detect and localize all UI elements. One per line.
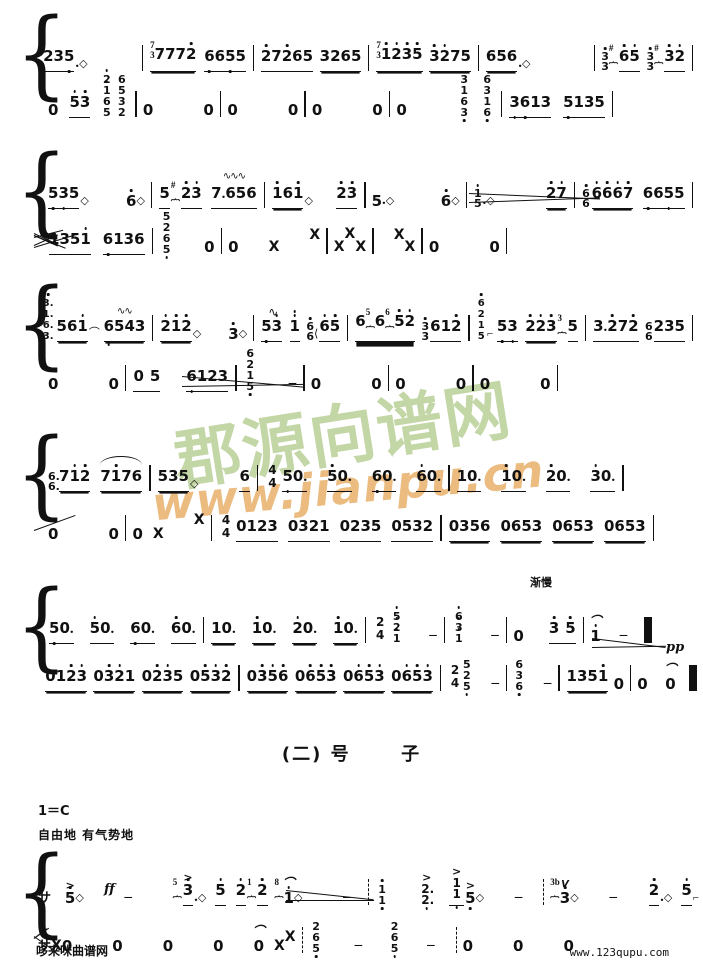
system-6-lower-voice: サ X 0 0 0 0 0 ⌒ X X 265 – 265 – 0 0 0 — [33, 908, 699, 958]
decrescendo-hairpin — [285, 890, 374, 901]
system-5-lower-voice: 012 3 03 2 1 02 3 5 05 3 2 03 5 6 06 5 3 06 5 3 06 5 3 … — [34, 646, 699, 696]
chord-stack: 2165 — [101, 69, 112, 118]
chord-stack: 265 — [389, 921, 400, 958]
section-name-1: 号 — [330, 744, 351, 765]
key-signature: 1＝C — [38, 804, 70, 819]
crescendo-hairpin — [181, 376, 304, 388]
system-5-upper-voice: 50. 50. 60. 60. 10. 10. 20. 10. 24 521 — [34, 598, 699, 655]
system-2: 535◇ 6◇ 5#︷23 ∿∿∿7.656 161◇ 23 5.◇ 6◇ 15… — [0, 145, 703, 263]
pluck-x-mark: X — [152, 526, 164, 542]
score-page: 郡源向谱网 www.jianpu.cn 235.◇ 737772 6655 27… — [0, 0, 703, 977]
system-6: サ 5>◇ – 5︷3>.◇ 5 21︷2 8︷1⌒◇ – 11 2>.2. — [0, 844, 703, 958]
system-brace — [14, 143, 36, 239]
chord-stack: 6215 — [478, 293, 485, 342]
double-stop: 33 — [601, 47, 609, 72]
chord-stack: 521 — [391, 606, 402, 644]
sa-symbol: サ — [37, 891, 51, 906]
pluck-x-mark: X — [268, 239, 280, 255]
system-1-upper-voice: 235. ◇ 7 37772 6 65 5 2 72 65 3265 7 31 2 3 5 3 2 75… — [43, 40, 693, 73]
pluck-x-mark: X — [404, 239, 416, 255]
system-brace — [14, 844, 36, 940]
system-brace — [14, 276, 36, 372]
system-3-lower-voice: 00 05 6 123 6215 – 00 00 00 — [34, 346, 699, 396]
pluck-x-mark: X — [284, 929, 296, 945]
chord-stack: 6532 — [117, 73, 126, 119]
chord-stack: 631 — [453, 606, 464, 644]
system-3-upper-voice: 3. 1. 6. 3. 561 ⌒ ∿∿ 6 543 2 1 2 ◇ 3 ◇ ∿ 5 3 1 66 ⟨ 6… — [34, 293, 699, 346]
pluck-x-mark: X — [333, 239, 345, 255]
pluck-x-mark: X — [393, 227, 405, 243]
double-stop: 66 — [644, 320, 653, 343]
chord-stack: 11 — [377, 879, 388, 910]
system-3: 3.1.6.3. 561⌒ ∿∿6543 212◇ 3◇ ∿53 1 66 ⟨6… — [0, 272, 703, 402]
pluck-x-mark: X — [193, 512, 205, 528]
system-4: 6.6. 712 7176 535◇ 6 44 50. 50. 60. 60. … — [0, 428, 703, 558]
system-brace — [14, 426, 36, 522]
chord-stack: 265 — [311, 921, 322, 958]
system-brace — [14, 6, 36, 102]
system-1-lower-voice: 0 53 21656532 00 00 00 0 31636316 3613 5… — [34, 69, 699, 122]
system-2-lower-voice: 1351 6 136 5265 0 0 X X X X X X X 0 0 — [33, 209, 699, 259]
chord-stack: 6316 — [482, 74, 493, 122]
double-stop: 6. 6. — [48, 470, 60, 493]
system-6-upper-voice: サ 5 > ◇ – 5 ︷ 3 >. ◇ 5 2 1 ︷ 2 8 ︷ 1 ⌒ ◇ – 11 2 >. 2. — [34, 860, 699, 910]
chord-stack: 3. 1. 6. 3. — [43, 293, 54, 342]
time-signature: 24 — [376, 615, 385, 642]
chord-stack: 3163 — [459, 74, 470, 122]
system-4-lower-voice: 00 0 X X 44 0123 0321 0235 0532 0356 065… — [33, 496, 699, 542]
system-brace — [14, 578, 36, 674]
time-signature: 44 — [268, 463, 277, 490]
chord-stack: 525 — [463, 659, 471, 696]
section-title: (二) 号 子 — [0, 740, 703, 766]
time-signature: 44 — [221, 513, 231, 540]
double-stop: 33 — [422, 317, 429, 342]
ff-dynamic: ff — [104, 882, 115, 897]
system-5: 渐慢 50. 50. 60. 60. 10. 10. 20. 10. — [0, 576, 703, 706]
section-name-2: 子 — [401, 744, 422, 765]
system-4-upper-voice: 6. 6. 71 2 71 76 535 ◇ 6 44 5 0. 5 0. 6 0. 6 0. … — [34, 446, 699, 493]
chord-stack: 5265 — [161, 211, 172, 259]
section-number: (二) — [281, 744, 323, 765]
pluck-x-mark: X — [344, 226, 356, 242]
pluck-x-mark: X — [274, 938, 285, 954]
time-signature: 24 — [450, 663, 460, 690]
pluck-x-mark: X — [309, 227, 321, 243]
system-1: 235.◇ 737772 6655 27265 3265 731235 3275… — [0, 8, 703, 126]
chord-stack: 2 >. 2. — [421, 872, 434, 910]
rit-marking: 渐慢 — [530, 576, 552, 589]
pluck-x-mark: X — [355, 239, 367, 255]
system-2-upper-voice: 5 3 5 ◇ 6 ◇ 5 # ︷ 2 3 ∿∿∿ 7.656 1 61 ◇ 23 5. ◇ 6 ◇ 15… — [34, 163, 699, 210]
pluck-x-mark: X — [51, 938, 62, 954]
double-stop: 66 — [306, 317, 314, 342]
decrescendo-hairpin — [468, 193, 600, 203]
double-stop: 33 — [647, 47, 654, 72]
chord-stack: 636 — [515, 659, 523, 696]
